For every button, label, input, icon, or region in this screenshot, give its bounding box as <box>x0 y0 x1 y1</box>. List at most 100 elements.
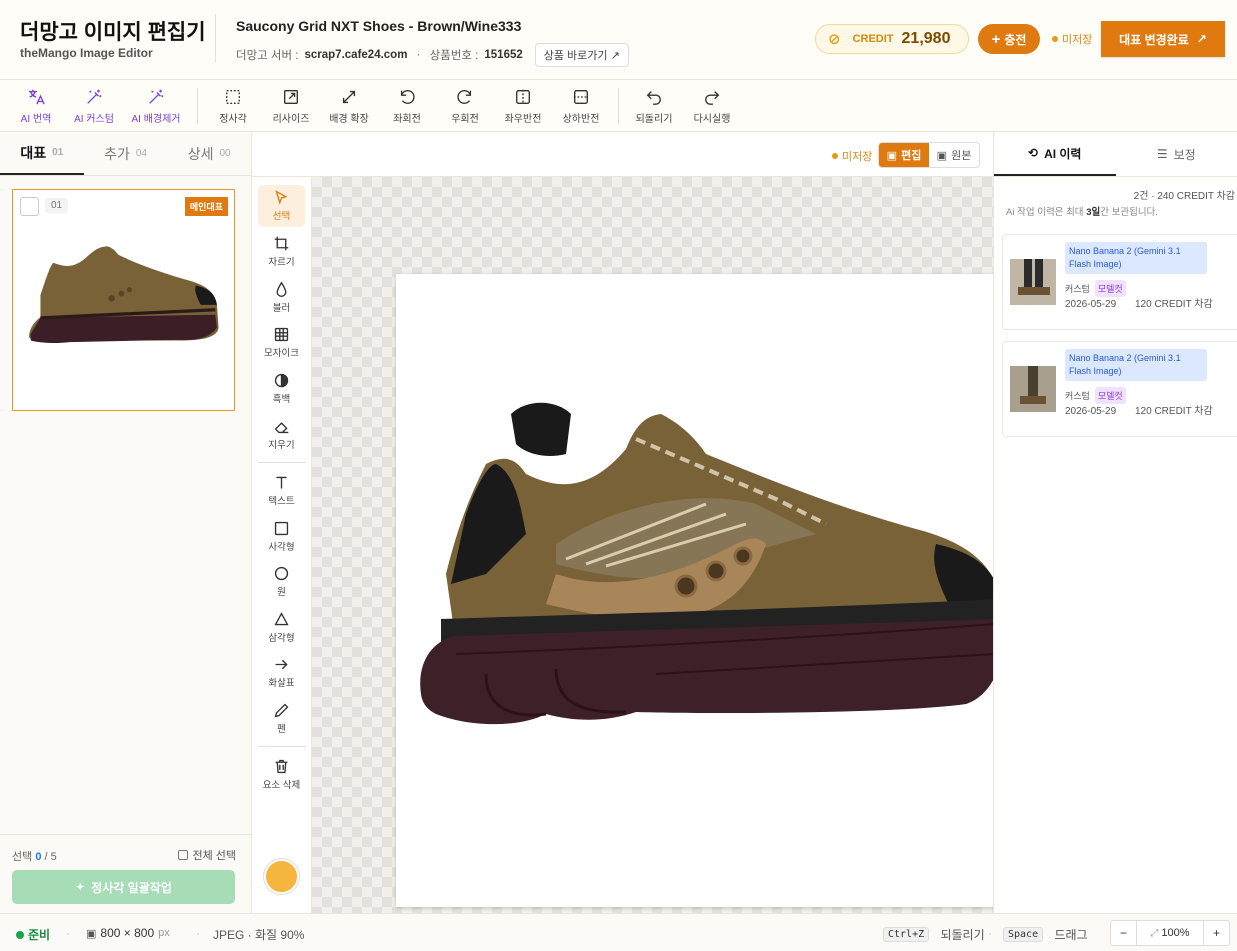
toolbar-divider <box>618 88 619 124</box>
square-label: 정사각 <box>219 114 247 125</box>
canvas-unsaved-indicator: 미저장 <box>832 148 872 164</box>
meta-separator: · <box>413 49 424 61</box>
tab-count: 00 <box>219 148 231 159</box>
circle-icon <box>274 566 289 581</box>
selection-count: 선택 0 / 5 <box>12 848 57 864</box>
history-retention-note: Ai 작업 이력은 최대 3일간 보관됩니다. <box>1006 204 1158 218</box>
tab-detail[interactable]: 상세 00 <box>167 132 251 175</box>
sliders-icon: ☰ <box>1156 147 1168 161</box>
circle-tool[interactable]: 원 <box>258 561 305 603</box>
history-cost: 120 CREDIT 차감 <box>1135 406 1213 417</box>
resize-icon <box>284 90 298 104</box>
plus-icon: + <box>1212 926 1220 940</box>
crop-tool-label: 자르기 <box>268 257 295 268</box>
zoom-in-button[interactable]: + <box>1203 921 1229 945</box>
history-tag-type: 커스텀 <box>1065 284 1090 294</box>
contrast-icon <box>274 373 289 388</box>
product-link-button[interactable]: 상품 바로가기 ↗ <box>534 43 629 67</box>
select-tool-label: 선택 <box>272 211 291 222</box>
text-tool[interactable]: 텍스트 <box>258 470 305 512</box>
rotate-left-button[interactable]: 좌회전 <box>378 88 436 125</box>
image-editor-app: 더망고 이미지 편집기 theMango Image Editor Saucon… <box>0 0 1237 951</box>
app-subtitle: theMango Image Editor <box>20 46 153 60</box>
original-mode-button[interactable]: ▣ 원본 <box>929 143 979 167</box>
history-item[interactable]: Nano Banana 2 (Gemini 3.1 Flash Image) 커… <box>1002 234 1237 330</box>
thumbnail-number: 01 <box>45 198 69 213</box>
bg-extend-button[interactable]: 배경 확장 <box>320 88 378 125</box>
image-icon: ▣ <box>86 927 97 940</box>
tools-divider <box>258 462 306 463</box>
ai-bg-remove-button[interactable]: AI 배경제거 <box>123 88 189 125</box>
zoom-out-button[interactable]: − <box>1111 921 1137 945</box>
canvas-viewport[interactable] <box>312 177 1029 913</box>
zoom-control: − ⤢ 100% + <box>1110 920 1230 946</box>
grayscale-tool-label: 흑백 <box>272 394 291 405</box>
history-thumbnail <box>1010 366 1056 412</box>
history-item[interactable]: Nano Banana 2 (Gemini 3.1 Flash Image) 커… <box>1002 341 1237 437</box>
tab-count: 01 <box>52 147 64 158</box>
blur-tool[interactable]: 블러 <box>258 277 305 319</box>
translate-icon <box>28 89 45 105</box>
square-button[interactable]: 정사각 <box>204 88 262 125</box>
select-tool[interactable]: 선택 <box>258 185 305 227</box>
ai-custom-button[interactable]: AI 커스텀 <box>65 88 123 125</box>
tab-label: 상세 <box>187 145 214 162</box>
flip-vertical-button[interactable]: 상하반전 <box>552 88 610 125</box>
complete-button[interactable]: 대표 변경완료 ↗ <box>1101 21 1225 57</box>
tab-ai-history[interactable]: ⟲ AI 이력 <box>994 132 1116 176</box>
select-all-checkbox[interactable]: 전체 선택 <box>178 847 236 863</box>
canvas-header: 미저장 ▣ 편집 ▣ 원본 <box>252 132 993 177</box>
rectangle-tool[interactable]: 사각형 <box>258 516 305 558</box>
flip-horizontal-button[interactable]: 좌우반전 <box>494 88 552 125</box>
edit-mode-button[interactable]: ▣ 편집 <box>879 143 929 167</box>
toolbar-divider <box>197 88 198 124</box>
zoom-level[interactable]: ⤢ 100% <box>1137 927 1203 939</box>
history-tag-type: 커스텀 <box>1065 391 1090 401</box>
ai-translate-button[interactable]: AI 번역 <box>7 88 65 125</box>
resize-button[interactable]: 리사이즈 <box>262 88 320 125</box>
server-label: 더망고 서버 : <box>236 50 299 62</box>
status-separator: · <box>196 926 200 940</box>
tab-additional[interactable]: 추가 04 <box>84 132 168 175</box>
tab-adjust[interactable]: ☰ 보정 <box>1116 132 1237 176</box>
redo-button[interactable]: 다시실행 <box>683 88 741 125</box>
editor-area: 미저장 ▣ 편집 ▣ 원본 선택 자르기 블러 모자이크 흑백 지우기 텍스트 … <box>252 132 1029 913</box>
trash-icon <box>275 759 288 774</box>
mosaic-tool-label: 모자이크 <box>264 348 299 359</box>
crop-tool[interactable]: 자르기 <box>258 231 305 273</box>
model-shot-image <box>1010 366 1056 412</box>
mosaic-tool[interactable]: 모자이크 <box>258 322 305 364</box>
status-separator: · <box>988 926 992 940</box>
image-thumbnail[interactable]: 01 메인대표 <box>12 189 235 411</box>
text-icon <box>276 476 287 489</box>
bg-extend-label: 배경 확장 <box>329 114 369 125</box>
tools-divider <box>258 746 306 747</box>
batch-square-button[interactable]: ✦ 정사각 일괄작업 <box>12 870 235 904</box>
undo-button[interactable]: 되돌리기 <box>625 88 683 125</box>
triangle-tool[interactable]: 삼각형 <box>258 607 305 649</box>
ready-label: 준비 <box>28 928 51 942</box>
delete-element-tool[interactable]: 요소 삭제 <box>258 754 305 796</box>
canvas-unsaved-label: 미저장 <box>842 151 873 163</box>
thumbnail-checkbox[interactable] <box>20 197 39 216</box>
grayscale-tool[interactable]: 흑백 <box>258 368 305 410</box>
color-picker[interactable] <box>264 859 299 894</box>
history-icon: ⟲ <box>1028 146 1039 160</box>
flip-horizontal-icon <box>516 89 530 105</box>
toolbar: AI 번역 AI 커스텀 AI 배경제거 정사각 리사이즈 배경 확장 좌회전 … <box>0 80 1237 132</box>
selection-label: 선택 <box>12 851 33 863</box>
charge-button[interactable]: + 충전 <box>978 24 1040 54</box>
edit-mode-label: 편집 <box>901 150 922 162</box>
tab-main[interactable]: 대표 01 <box>0 132 84 175</box>
artboard[interactable] <box>396 274 1029 907</box>
view-mode-toggle: ▣ 편집 ▣ 원본 <box>878 142 980 168</box>
pen-tool[interactable]: 펜 <box>258 698 305 740</box>
product-title: Saucony Grid NXT Shoes - Brown/Wine333 <box>236 18 522 34</box>
erase-tool[interactable]: 지우기 <box>258 414 305 456</box>
arrow-tool[interactable]: 화살표 <box>258 652 305 694</box>
image-icon: ▣ <box>886 149 898 162</box>
arrow-tool-label: 화살표 <box>268 678 295 689</box>
unsaved-dot-icon <box>1052 36 1058 42</box>
rotate-right-button[interactable]: 우회전 <box>436 88 494 125</box>
original-mode-label: 원본 <box>951 150 972 162</box>
